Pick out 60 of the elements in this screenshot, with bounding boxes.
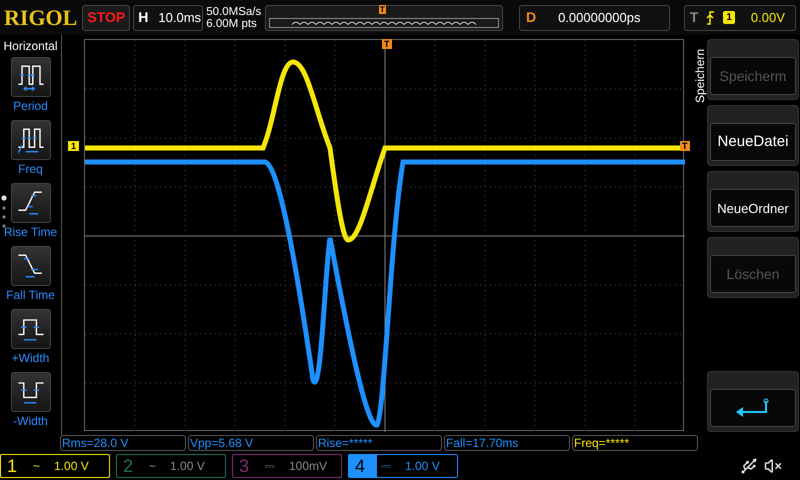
channel-number: 2 <box>123 454 134 478</box>
channel-number: 3 <box>239 454 250 478</box>
channel-tab[interactable]: 4 ⎓ 1.00 V <box>348 454 458 478</box>
channel-scale: 100mV <box>289 458 328 476</box>
trigger-position-marker: T <box>382 39 392 50</box>
channel-tab[interactable]: 3 ⎓ 100mV <box>232 454 342 478</box>
measurement-value: Rise=***** <box>316 435 442 452</box>
coupling-symbol: ~ <box>33 458 40 476</box>
delay-label: D <box>526 8 536 28</box>
brand-logo: RIGOL <box>4 4 78 32</box>
coupling-symbol: ⎓ <box>381 458 391 476</box>
waveform-overview-icon <box>268 18 499 28</box>
channel-scale: 1.00 V <box>54 458 89 476</box>
coupling-symbol: ⎓ <box>265 458 275 476</box>
menu-button[interactable]: NeueDatei <box>710 123 796 162</box>
measurement-value: Vpp=5.68 V <box>188 435 314 452</box>
rising-edge-icon <box>706 10 716 25</box>
timebase-label: H <box>138 8 148 28</box>
mute-icon[interactable] <box>764 457 782 476</box>
measure-button[interactable] <box>10 183 50 224</box>
menu-title: Horizontal <box>3 38 58 56</box>
measure-label: +Width <box>12 350 50 368</box>
trigger-level: 0.00V <box>750 8 785 27</box>
menu-button[interactable]: NeueOrdner <box>710 189 796 228</box>
measure-label: Rise Time <box>4 224 58 242</box>
measurement-value: Rms=28.0 V <box>60 435 186 452</box>
trigger-display[interactable]: T 1 0.00V <box>684 4 796 31</box>
measure-label: Freq <box>18 161 43 178</box>
delay-display[interactable]: D 0.00000000ps <box>518 4 670 31</box>
delay-value: 0.00000000ps <box>558 8 640 27</box>
timebase-value: 10.0ms <box>158 8 202 27</box>
channel-tab[interactable]: 2 ~ 1.00 V <box>116 454 226 478</box>
usb-icon <box>740 457 758 476</box>
trigger-source: 1 <box>723 11 735 24</box>
channel-scale: 1.00 V <box>405 458 440 476</box>
trigger-position-marker: T <box>378 4 386 14</box>
channel-marker: 1 <box>68 141 80 152</box>
channel-number: 4 <box>355 454 366 478</box>
measure-label: Fall Time <box>6 287 55 304</box>
measurement-value: Fall=17.70ms <box>444 435 570 452</box>
trigger-level-marker: T <box>680 141 690 152</box>
menu-title: Speichern <box>692 48 705 104</box>
sample-rate: 50.0MSa/s <box>206 6 262 18</box>
timebase-display[interactable]: H 10.0ms <box>133 4 204 31</box>
measurement-value: Freq=***** <box>572 435 698 452</box>
measure-button[interactable] <box>10 57 50 98</box>
trigger-label: T <box>690 8 698 28</box>
measure-button[interactable] <box>10 372 50 412</box>
back-button[interactable] <box>710 389 796 428</box>
measure-button[interactable] <box>10 246 50 286</box>
measure-button[interactable] <box>10 120 50 160</box>
measure-label: -Width <box>13 413 48 430</box>
channel-scale: 1.00 V <box>170 458 205 476</box>
run-status[interactable]: STOP <box>82 4 130 31</box>
measure-label: Period <box>13 98 48 116</box>
coupling-symbol: ~ <box>149 458 156 476</box>
channel-number: 1 <box>7 454 18 478</box>
memory-depth: 6.00M pts <box>206 18 258 30</box>
channel-tab[interactable]: 1 ~ 1.00 V <box>0 454 110 478</box>
measure-button[interactable] <box>10 309 50 350</box>
